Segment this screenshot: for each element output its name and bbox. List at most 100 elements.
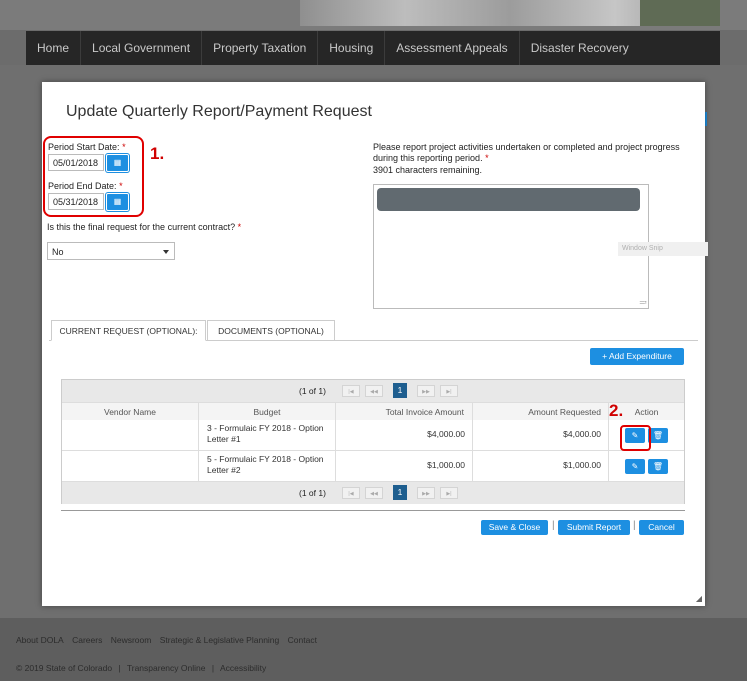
nav-item-assessment-appeals[interactable]: Assessment Appeals [385, 31, 520, 65]
total-invoice-value: $1,000.00 [427, 460, 465, 470]
tab-documents[interactable]: DOCUMENTS (OPTIONAL) [207, 320, 335, 341]
footer-link-newsroom[interactable]: Newsroom [111, 635, 152, 645]
window-snip-overlay: Window Snip [618, 242, 708, 256]
final-request-select[interactable]: No [47, 242, 175, 260]
submit-report-button[interactable]: Submit Report [558, 520, 630, 535]
copyright-text: © 2019 State of Colorado [16, 663, 113, 673]
main-nav: Home Local Government Property Taxation … [26, 31, 720, 65]
amount-requested-value: $1,000.00 [563, 460, 601, 470]
period-start-label-text: Period Start Date: [48, 142, 120, 152]
table-header: Vendor Name Budget Total Invoice Amount … [62, 402, 684, 422]
cell-budget: 5 - Formulaic FY 2018 - Option Letter #2 [199, 451, 336, 481]
required-mark: * [119, 181, 123, 191]
period-start-input[interactable]: 05/01/2018 [48, 154, 104, 171]
report-modal: Update Quarterly Report/Payment Request … [42, 82, 705, 606]
total-invoice-value: $4,000.00 [427, 429, 465, 439]
column-header-vendor[interactable]: Vendor Name [62, 403, 199, 421]
first-page-icon[interactable]: |◀ [342, 487, 360, 499]
modal-resize-icon[interactable]: ◢ [696, 594, 702, 603]
report-label: Please report project activities underta… [373, 142, 701, 164]
annotation-highlight-edit [620, 425, 651, 451]
nav-item-property-taxation[interactable]: Property Taxation [202, 31, 319, 65]
column-header-amount-requested[interactable]: Amount Requested [473, 403, 609, 421]
footer-divider-line [61, 510, 685, 511]
last-page-icon[interactable]: ▶| [440, 385, 458, 397]
column-header-total-invoice[interactable]: Total Invoice Amount [336, 403, 473, 421]
trash-icon[interactable]: 🗑 [648, 459, 668, 474]
report-label-text: Please report project activities underta… [373, 142, 680, 163]
cell-vendor [62, 420, 199, 450]
final-request-value: No [52, 247, 64, 257]
prev-page-icon[interactable]: ◀◀ [365, 487, 383, 499]
footer-link-accessibility[interactable]: Accessibility [220, 663, 266, 673]
expenditure-table: (1 of 1) |◀ ◀◀ 1 ▶▶ ▶| Vendor Name Budge… [61, 379, 685, 504]
nav-item-housing[interactable]: Housing [318, 31, 386, 65]
pager-top: (1 of 1) |◀ ◀◀ 1 ▶▶ ▶| [62, 380, 684, 402]
next-page-icon[interactable]: ▶▶ [417, 487, 435, 499]
tab-current-request[interactable]: CURRENT REQUEST (OPTIONAL): [51, 320, 206, 341]
footer-link-careers[interactable]: Careers [72, 635, 102, 645]
period-end-label: Period End Date: * [48, 181, 123, 191]
budget-text: 3 - Formulaic FY 2018 - Option Letter #1 [207, 423, 324, 444]
footer-link-transparency[interactable]: Transparency Online [127, 663, 206, 673]
pager-info: (1 of 1) [299, 488, 326, 498]
nav-item-disaster-recovery[interactable]: Disaster Recovery [520, 31, 640, 65]
first-page-icon[interactable]: |◀ [342, 385, 360, 397]
calendar-icon[interactable]: ▦ [106, 193, 129, 211]
report-textarea[interactable]: ≕ [373, 184, 649, 309]
footer-link-about[interactable]: About DOLA [16, 635, 64, 645]
required-mark: * [485, 153, 489, 163]
redacted-text [377, 188, 640, 211]
period-end-input[interactable]: 05/31/2018 [48, 193, 104, 210]
add-expenditure-button[interactable]: + Add Expenditure [590, 348, 684, 365]
annotation-step-1: 1. [150, 144, 165, 163]
footer-link-strategic-planning[interactable]: Strategic & Legislative Planning [160, 635, 280, 645]
chars-remaining: 3901 characters remaining. [373, 165, 483, 175]
button-separator: | [633, 520, 636, 531]
table-row: 5 - Formulaic FY 2018 - Option Letter #2… [62, 451, 684, 482]
cell-amount-requested: $1,000.00 [473, 451, 609, 481]
chevron-down-icon [163, 250, 169, 254]
cell-total-invoice: $4,000.00 [336, 420, 473, 450]
header-photo-trees [640, 0, 720, 26]
cell-amount-requested: $4,000.00 [473, 420, 609, 450]
header-banner [0, 0, 747, 30]
prev-page-icon[interactable]: ◀◀ [365, 385, 383, 397]
amount-requested-value: $4,000.00 [563, 429, 601, 439]
final-request-label-text: Is this the final request for the curren… [47, 222, 236, 232]
annotation-step-2: 2. [609, 401, 624, 420]
cell-actions: ✎ 🗑 [609, 451, 684, 481]
resize-grip-icon[interactable]: ≕ [639, 299, 647, 307]
nav-item-home[interactable]: Home [26, 31, 82, 65]
budget-text: 5 - Formulaic FY 2018 - Option Letter #2 [207, 454, 324, 475]
table-row: 3 - Formulaic FY 2018 - Option Letter #1… [62, 420, 684, 451]
pager-info: (1 of 1) [299, 386, 326, 396]
save-close-button[interactable]: Save & Close [481, 520, 548, 535]
cell-budget: 3 - Formulaic FY 2018 - Option Letter #1 [199, 420, 336, 450]
footer: About DOLA Careers Newsroom Strategic & … [0, 618, 747, 681]
calendar-icon[interactable]: ▦ [106, 154, 129, 172]
trash-icon[interactable]: 🗑 [648, 428, 668, 443]
button-separator: | [552, 520, 555, 531]
cancel-button[interactable]: Cancel [639, 520, 684, 535]
period-end-label-text: Period End Date: [48, 181, 117, 191]
footer-links: About DOLA Careers Newsroom Strategic & … [16, 635, 323, 645]
pager-bottom: (1 of 1) |◀ ◀◀ 1 ▶▶ ▶| [62, 482, 684, 504]
final-request-label: Is this the final request for the curren… [47, 222, 241, 232]
pager-current-page[interactable]: 1 [393, 485, 407, 500]
period-start-label: Period Start Date: * [48, 142, 126, 152]
footer-divider: | [211, 663, 215, 673]
cell-total-invoice: $1,000.00 [336, 451, 473, 481]
edit-icon[interactable]: ✎ [625, 459, 645, 474]
footer-divider: | [118, 663, 121, 673]
cell-vendor [62, 451, 199, 481]
next-page-icon[interactable]: ▶▶ [417, 385, 435, 397]
pager-current-page[interactable]: 1 [393, 383, 407, 398]
required-mark: * [122, 142, 126, 152]
column-header-budget[interactable]: Budget [199, 403, 336, 421]
nav-item-local-government[interactable]: Local Government [81, 31, 203, 65]
required-mark: * [237, 222, 242, 232]
last-page-icon[interactable]: ▶| [440, 487, 458, 499]
modal-title: Update Quarterly Report/Payment Request [66, 103, 372, 120]
footer-link-contact[interactable]: Contact [288, 635, 317, 645]
